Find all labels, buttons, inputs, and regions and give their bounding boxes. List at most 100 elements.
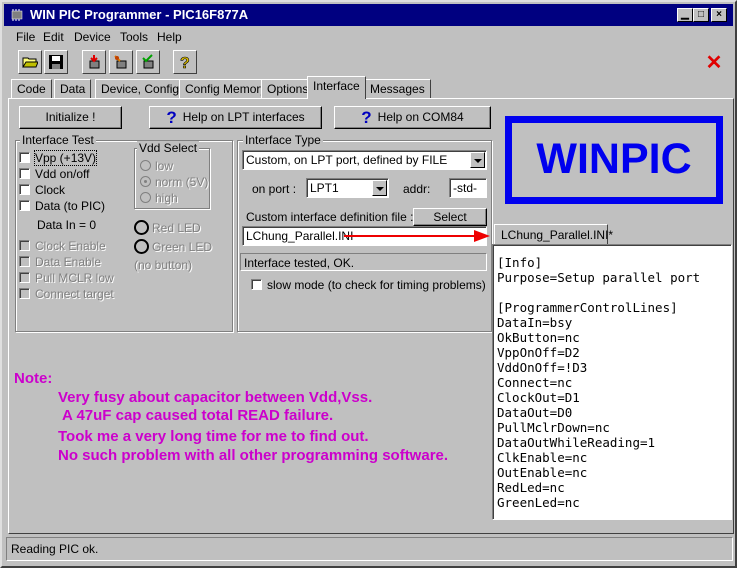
ini-line: Connect=nc bbox=[497, 375, 573, 390]
slow-mode-checkbox[interactable]: slow mode (to check for timing problems) bbox=[251, 278, 486, 292]
minimize-button[interactable]: ▁ bbox=[677, 8, 693, 22]
chevron-down-icon bbox=[372, 180, 387, 196]
ini-line: PullMclrDown=nc bbox=[497, 420, 610, 435]
help-button[interactable]: ? bbox=[173, 50, 197, 74]
vdd-onoff-checkbox[interactable]: Vdd on/off bbox=[19, 167, 90, 181]
addr-label: addr: bbox=[403, 182, 431, 196]
menu-tools[interactable]: Tools bbox=[120, 30, 148, 44]
tab-config-memory[interactable]: Config Memory bbox=[179, 79, 273, 98]
close-program-button[interactable]: ✕ bbox=[704, 53, 724, 73]
ini-file-editor[interactable]: [Info] Purpose=Setup parallel port [Prog… bbox=[492, 244, 732, 520]
ini-line: VddOnOff=!D3 bbox=[497, 360, 588, 375]
data-in-value: Data In = 0 bbox=[37, 218, 97, 232]
ini-line: GreenLed=nc bbox=[497, 495, 580, 510]
addr-input[interactable]: -std- bbox=[449, 178, 487, 198]
save-button[interactable] bbox=[44, 50, 68, 74]
data-enable-checkbox[interactable]: Data Enable bbox=[19, 255, 101, 269]
ini-file-tab[interactable]: LChung_Parallel.INI* bbox=[494, 224, 613, 244]
ini-line: ClkEnable=nc bbox=[497, 450, 588, 465]
maximize-button[interactable]: □ bbox=[693, 8, 709, 22]
help-question-icon: ? bbox=[166, 108, 177, 128]
title-bar[interactable]: WIN PIC Programmer - PIC16F877A ▁ □ × bbox=[4, 4, 733, 26]
vdd-low-radio[interactable]: low bbox=[140, 159, 173, 173]
close-icon: × bbox=[716, 9, 722, 20]
led-circle-icon bbox=[134, 239, 149, 254]
ini-line: DataOut=D0 bbox=[497, 405, 573, 420]
tab-device-config[interactable]: Device, Config bbox=[95, 79, 186, 98]
note-line: No such problem with all other programmi… bbox=[58, 447, 449, 464]
help-lpt-button[interactable]: ? Help on LPT interfaces bbox=[149, 106, 322, 129]
help-com84-button[interactable]: ? Help on COM84 bbox=[334, 106, 491, 129]
window-title: WIN PIC Programmer - PIC16F877A bbox=[30, 7, 249, 22]
def-file-label: Custom interface definition file : bbox=[246, 210, 414, 224]
ini-line bbox=[497, 285, 727, 300]
help-question-icon: ? bbox=[361, 108, 372, 128]
ini-line: OkButton=nc bbox=[497, 330, 580, 345]
verify-chip-button[interactable] bbox=[136, 50, 160, 74]
minimize-icon: ▁ bbox=[681, 9, 689, 20]
ini-line: [Info] bbox=[497, 255, 543, 270]
ini-line: ClockOut=D1 bbox=[497, 390, 580, 405]
menu-file[interactable]: File bbox=[16, 30, 35, 44]
vpp-checkbox[interactable]: Vpp (+13V) bbox=[19, 150, 98, 166]
pull-mclr-low-checkbox[interactable]: Pull MCLR low bbox=[19, 271, 114, 285]
note-title: Note: bbox=[14, 370, 53, 387]
ini-line: OutEnable=nc bbox=[497, 465, 588, 480]
tab-code[interactable]: Code bbox=[11, 79, 52, 98]
menu-help[interactable]: Help bbox=[157, 30, 182, 44]
close-window-button[interactable]: × bbox=[711, 8, 727, 22]
winpic-logo: WINPIC bbox=[505, 116, 723, 204]
red-led-indicator: Red LED bbox=[134, 220, 201, 235]
interface-test-title: Interface Test bbox=[20, 133, 96, 147]
ini-line: Purpose=Setup parallel port bbox=[497, 270, 701, 285]
app-window: WIN PIC Programmer - PIC16F877A ▁ □ × Fi… bbox=[0, 0, 737, 568]
green-led-indicator: Green LED bbox=[134, 239, 212, 254]
vdd-norm-radio[interactable]: norm (5V) bbox=[140, 175, 208, 189]
port-select[interactable]: LPT1 bbox=[306, 178, 389, 198]
ini-line: [ProgrammerControlLines] bbox=[497, 300, 678, 315]
save-disk-icon bbox=[49, 55, 63, 69]
menu-edit[interactable]: Edit bbox=[43, 30, 64, 44]
ini-line: DataIn=bsy bbox=[497, 315, 573, 330]
read-chip-button[interactable] bbox=[82, 50, 106, 74]
help-question-icon: ? bbox=[180, 55, 190, 70]
vdd-high-radio[interactable]: high bbox=[140, 191, 178, 205]
on-port-label: on port : bbox=[252, 182, 297, 196]
chip-program-icon bbox=[114, 55, 127, 69]
menu-device[interactable]: Device bbox=[74, 30, 111, 44]
note-line: A 47uF cap caused total READ failure. bbox=[62, 407, 334, 424]
data-to-pic-checkbox[interactable]: Data (to PIC) bbox=[19, 199, 105, 213]
maximize-icon: □ bbox=[697, 9, 705, 20]
chip-app-icon bbox=[11, 9, 23, 21]
program-chip-button[interactable] bbox=[109, 50, 133, 74]
tab-data[interactable]: Data bbox=[54, 79, 92, 98]
interface-type-title: Interface Type bbox=[243, 133, 323, 147]
note-line: Very fusy about capacitor between Vdd,Vs… bbox=[58, 389, 373, 406]
interface-status-text: Interface tested, OK. bbox=[240, 253, 487, 271]
led-circle-icon bbox=[134, 220, 149, 235]
tab-messages[interactable]: Messages bbox=[364, 79, 431, 98]
close-red-icon: ✕ bbox=[705, 52, 723, 74]
connect-target-checkbox[interactable]: Connect target bbox=[19, 287, 114, 301]
svg-text:?: ? bbox=[180, 55, 190, 70]
chip-read-icon bbox=[89, 55, 100, 69]
no-button-label: (no button) bbox=[134, 258, 193, 272]
vdd-select-title: Vdd Select bbox=[137, 141, 200, 155]
chevron-down-icon bbox=[470, 152, 485, 168]
interface-type-select[interactable]: Custom, on LPT port, defined by FILE bbox=[242, 150, 487, 170]
ini-line: DataOutWhileReading=1 bbox=[497, 435, 656, 450]
tab-interface[interactable]: Interface bbox=[307, 76, 366, 99]
clock-checkbox[interactable]: Clock bbox=[19, 183, 65, 197]
ini-line: VppOnOff=D2 bbox=[497, 345, 580, 360]
chip-verify-icon bbox=[142, 54, 154, 69]
initialize-button[interactable]: Initialize ! bbox=[19, 106, 122, 129]
red-arrow-icon bbox=[344, 230, 490, 242]
status-bar: Reading PIC ok. bbox=[6, 537, 733, 561]
select-file-button[interactable]: Select bbox=[413, 208, 487, 226]
open-folder-icon bbox=[22, 57, 38, 68]
ini-line: RedLed=nc bbox=[497, 480, 565, 495]
clock-enable-checkbox[interactable]: Clock Enable bbox=[19, 239, 106, 253]
menu-bar: File Edit Device Tools Help bbox=[4, 27, 733, 47]
note-line: Took me a very long time for me to find … bbox=[58, 428, 369, 445]
open-button[interactable] bbox=[18, 50, 42, 74]
